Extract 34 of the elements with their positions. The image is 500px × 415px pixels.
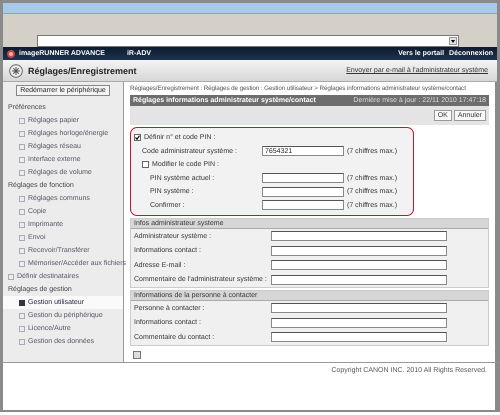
input-field[interactable] [262, 173, 344, 184]
input-field[interactable] [262, 200, 344, 210]
input-field[interactable] [271, 332, 447, 342]
bullet-icon [19, 338, 25, 344]
bullet-icon [19, 222, 25, 228]
dropdown-arrow-icon [451, 40, 455, 42]
page-title: Réglages/Enregistrement [28, 66, 137, 76]
input-field[interactable] [271, 303, 447, 314]
input-field[interactable] [271, 318, 447, 328]
input-field[interactable] [271, 260, 447, 270]
bullet-icon [19, 118, 25, 124]
bullet-icon [8, 274, 14, 280]
bullet-icon [19, 326, 25, 332]
bullet-icon [19, 300, 25, 306]
input-field[interactable] [271, 246, 447, 256]
bullet-icon [19, 260, 25, 266]
checkbox[interactable] [142, 161, 149, 168]
bullet-icon [19, 144, 25, 150]
bullet-icon [19, 234, 25, 240]
bullet-icon [19, 156, 25, 162]
settings-icon [9, 64, 23, 78]
address-dropdown[interactable] [37, 35, 459, 47]
bullet-icon [19, 312, 25, 318]
bullet-icon [19, 196, 25, 202]
input-field[interactable] [262, 186, 344, 197]
input-field[interactable] [271, 274, 447, 285]
bullet-icon [19, 248, 25, 254]
bullet-icon [19, 130, 25, 136]
logo-icon [7, 50, 15, 58]
checkbox[interactable] [134, 134, 141, 142]
bullet-icon [19, 208, 25, 214]
scroll-top-icon[interactable] [133, 350, 141, 358]
bullet-icon [19, 170, 25, 176]
input-field[interactable] [271, 231, 447, 242]
